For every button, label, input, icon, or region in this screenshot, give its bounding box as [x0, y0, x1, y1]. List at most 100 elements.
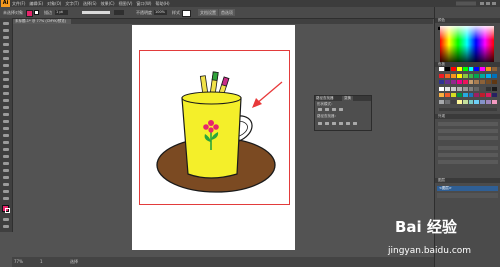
rotate-tool-icon[interactable]: [3, 106, 9, 109]
color-swatch[interactable]: [456, 73, 462, 78]
color-swatch[interactable]: [492, 73, 497, 78]
layers-panel-header[interactable]: 图层: [435, 178, 500, 183]
color-swatch[interactable]: [456, 86, 462, 91]
color-swatch[interactable]: [480, 67, 486, 71]
color-swatch[interactable]: [468, 73, 474, 78]
minus-back-icon[interactable]: [353, 122, 357, 125]
color-swatch[interactable]: [450, 67, 456, 71]
artboard-tool-icon[interactable]: [3, 190, 9, 193]
opacity-field[interactable]: 100%: [154, 10, 167, 15]
color-swatch[interactable]: [456, 93, 462, 97]
document-setup-button[interactable]: 文档设置: [198, 9, 218, 16]
line-tool-icon[interactable]: [3, 64, 9, 67]
appearance-row[interactable]: [438, 153, 498, 157]
menu-effect[interactable]: 效果(C): [101, 1, 115, 6]
color-swatch[interactable]: [492, 67, 497, 71]
pathfinder-tab[interactable]: 路径查找器: [316, 96, 334, 101]
workspace-switcher[interactable]: [456, 1, 476, 6]
color-swatch[interactable]: [492, 86, 497, 91]
color-swatch[interactable]: [462, 99, 468, 104]
color-swatch[interactable]: [450, 80, 456, 84]
layer-row[interactable]: <图层>: [437, 186, 498, 191]
color-swatch[interactable]: [468, 80, 474, 84]
preferences-button[interactable]: 首选项: [219, 9, 235, 16]
color-swatch[interactable]: [480, 73, 486, 78]
appearance-row[interactable]: [438, 160, 498, 164]
color-swatch[interactable]: [439, 99, 444, 104]
gradient-tool-icon[interactable]: [3, 155, 9, 158]
appearance-panel-header[interactable]: 外观: [435, 114, 500, 119]
menu-select[interactable]: 选择(S): [83, 1, 97, 6]
unite-icon[interactable]: [318, 108, 322, 111]
color-swatch[interactable]: [468, 93, 474, 97]
exclude-icon[interactable]: [339, 108, 343, 111]
divide-icon[interactable]: [318, 122, 322, 125]
hand-tool-icon[interactable]: [3, 197, 9, 200]
color-swatch[interactable]: [439, 73, 444, 78]
stroke-color-icon[interactable]: [5, 208, 10, 213]
perspective-grid-tool-icon[interactable]: [3, 141, 9, 144]
color-swatch[interactable]: [474, 99, 480, 104]
color-swatch[interactable]: [456, 99, 462, 104]
color-swatch[interactable]: [474, 73, 480, 78]
color-swatch[interactable]: [462, 73, 468, 78]
fill-swatch[interactable]: [26, 10, 33, 17]
merge-icon[interactable]: [332, 122, 336, 125]
color-swatch[interactable]: [439, 93, 444, 97]
appearance-row[interactable]: [438, 146, 498, 150]
minimize-button[interactable]: [480, 2, 484, 5]
stroke-swatch[interactable]: [34, 10, 39, 15]
direct-selection-tool-icon[interactable]: [3, 29, 9, 32]
maximize-button[interactable]: [486, 2, 490, 5]
color-swatch[interactable]: [462, 93, 468, 97]
color-panel-header[interactable]: 颜色: [435, 18, 500, 23]
color-swatch[interactable]: [450, 73, 456, 78]
drawing-mode-icon[interactable]: [3, 218, 9, 221]
zoom-level[interactable]: 77%: [14, 258, 23, 266]
color-swatch[interactable]: [444, 80, 450, 84]
variable-width-profile[interactable]: [82, 11, 110, 14]
blend-tool-icon[interactable]: [3, 169, 9, 172]
eyedropper-tool-icon[interactable]: [3, 162, 9, 165]
color-swatch[interactable]: [486, 86, 492, 91]
free-transform-tool-icon[interactable]: [3, 127, 9, 130]
color-swatch[interactable]: [462, 80, 468, 84]
layer-row-secondary[interactable]: [437, 193, 498, 198]
scale-tool-icon[interactable]: [3, 113, 9, 116]
color-swatch[interactable]: [444, 93, 450, 97]
color-swatch[interactable]: [468, 67, 474, 71]
shape-builder-tool-icon[interactable]: [3, 134, 9, 137]
pencil-tool-icon[interactable]: [3, 85, 9, 88]
color-swatch[interactable]: [492, 99, 497, 104]
appearance-row[interactable]: [438, 129, 498, 133]
color-swatch[interactable]: [474, 80, 480, 84]
color-swatch[interactable]: [444, 73, 450, 78]
menu-file[interactable]: 文件(F): [12, 1, 25, 6]
document-tab[interactable]: 未标题-1* @ 77% (CMYK/预览): [13, 19, 71, 24]
color-swatch[interactable]: [486, 93, 492, 97]
rectangle-tool-icon[interactable]: [3, 71, 9, 74]
screen-mode-icon[interactable]: [3, 225, 9, 228]
color-swatch[interactable]: [474, 93, 480, 97]
appearance-row[interactable]: [438, 136, 498, 140]
color-swatch[interactable]: [474, 67, 480, 71]
pen-tool-icon[interactable]: [3, 50, 9, 53]
blob-brush-tool-icon[interactable]: [3, 92, 9, 95]
color-swatch[interactable]: [474, 86, 480, 91]
color-swatch[interactable]: [468, 99, 474, 104]
menu-edit[interactable]: 编辑(E): [29, 1, 43, 6]
color-swatch[interactable]: [480, 80, 486, 84]
color-swatch[interactable]: [492, 80, 497, 84]
color-swatch[interactable]: [450, 86, 456, 91]
color-swatch[interactable]: [486, 67, 492, 71]
graph-tool-icon[interactable]: [3, 183, 9, 186]
color-swatch[interactable]: [444, 86, 450, 91]
color-swatch[interactable]: [444, 67, 450, 71]
eraser-tool-icon[interactable]: [3, 99, 9, 102]
menu-type[interactable]: 文字(T): [65, 1, 79, 6]
color-swatch[interactable]: [439, 80, 444, 84]
color-swatch[interactable]: [462, 67, 468, 71]
menu-object[interactable]: 对象(O): [47, 1, 61, 6]
crop-icon[interactable]: [339, 122, 343, 125]
color-swatch[interactable]: [439, 67, 444, 71]
